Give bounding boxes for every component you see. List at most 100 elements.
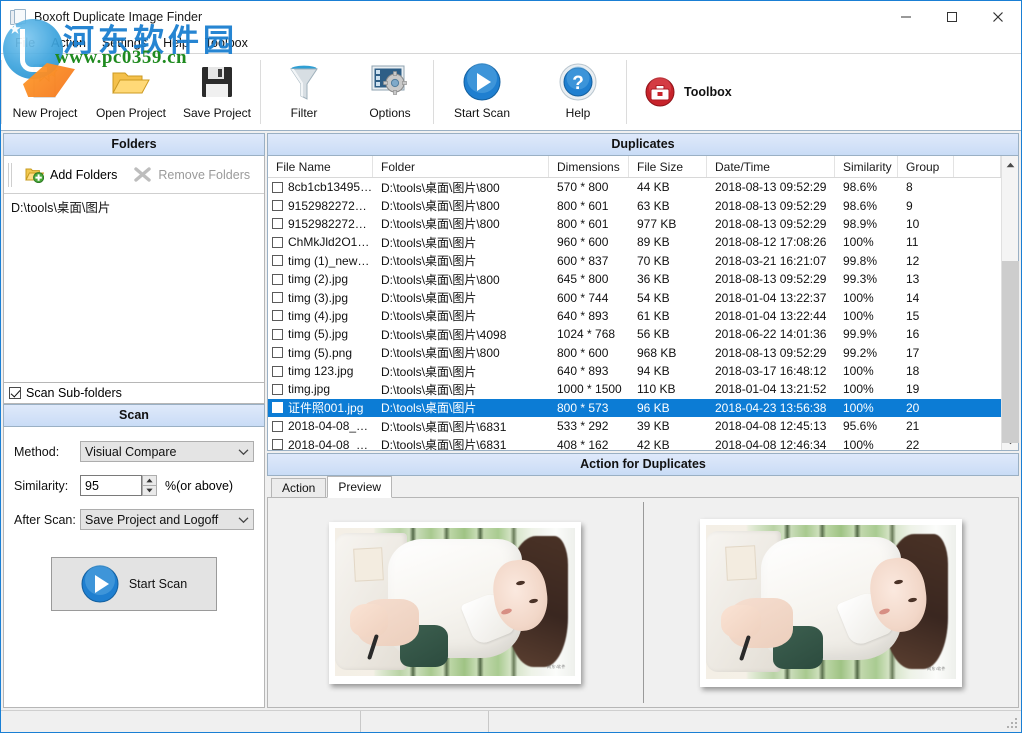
row-checkbox[interactable]	[272, 366, 283, 377]
row-checkbox[interactable]	[272, 421, 283, 432]
cell-group: 21	[898, 419, 954, 433]
table-row[interactable]: timg (5).pngD:\tools\桌面\图片\800800 * 6009…	[268, 344, 1001, 362]
row-checkbox[interactable]	[272, 402, 283, 413]
toolbar-toolbox[interactable]: Toolbox	[627, 54, 750, 130]
duplicates-grid-rows[interactable]: 8cb1cb13495…D:\tools\桌面\图片\800570 * 8004…	[268, 178, 1018, 450]
scan-subfolders-checkbox[interactable]	[9, 387, 21, 399]
menu-help[interactable]: Help	[155, 35, 197, 51]
similarity-input[interactable]: 95	[80, 475, 142, 496]
toolbar-new-project-label: New Project	[13, 106, 78, 120]
cell-sim: 100%	[835, 309, 898, 323]
action-panel: Action for Duplicates Action Preview	[267, 453, 1019, 708]
table-row[interactable]: 2018-04-08_…D:\tools\桌面\图片\6831408 * 162…	[268, 435, 1001, 450]
scrollbar-track[interactable]	[1002, 173, 1019, 433]
menu-action[interactable]: Action	[43, 35, 94, 51]
menu-toolbox[interactable]: Toolbox	[197, 35, 256, 51]
toolbar-help[interactable]: ? Help	[530, 54, 626, 130]
play-icon	[463, 61, 501, 103]
cell-folder: D:\tools\桌面\图片	[373, 307, 549, 324]
cell-dim: 533 * 292	[549, 419, 629, 433]
similarity-spin-up[interactable]	[142, 475, 157, 485]
preview-image-right[interactable]: 网东\软件	[700, 519, 962, 687]
table-row[interactable]: 8cb1cb13495…D:\tools\桌面\图片\800570 * 8004…	[268, 178, 1001, 196]
preview-right[interactable]: 网东\软件	[644, 498, 1019, 707]
toolbar-new-project[interactable]: New Project	[2, 54, 88, 130]
cell-text: timg 123.jpg	[288, 364, 353, 378]
column-header-file-name[interactable]: File Name	[268, 156, 373, 177]
scrollbar-thumb[interactable]	[1002, 261, 1019, 443]
toolbar-open-project[interactable]: Open Project	[88, 54, 174, 130]
toolbar-filter[interactable]: Filter	[261, 54, 347, 130]
tab-preview[interactable]: Preview	[327, 476, 392, 498]
table-row[interactable]: 9152982272…D:\tools\桌面\图片\800800 * 60197…	[268, 215, 1001, 233]
preview-left[interactable]: 网东\软件	[268, 498, 643, 707]
row-checkbox[interactable]	[272, 292, 283, 303]
table-row[interactable]: ChMkJld2O1…D:\tools\桌面\图片960 * 60089 KB2…	[268, 233, 1001, 251]
table-row[interactable]: timg (3).jpgD:\tools\桌面\图片600 * 74454 KB…	[268, 288, 1001, 306]
column-header-file-size[interactable]: File Size	[629, 156, 707, 177]
cell-size: 61 KB	[629, 309, 707, 323]
preview-image-left[interactable]: 网东\软件	[329, 522, 581, 684]
row-checkbox[interactable]	[272, 347, 283, 358]
column-header-dimensions[interactable]: Dimensions	[549, 156, 629, 177]
row-checkbox[interactable]	[272, 182, 283, 193]
row-checkbox[interactable]	[272, 255, 283, 266]
method-select[interactable]: Visiual Compare	[80, 441, 254, 462]
duplicates-vertical-scrollbar[interactable]	[1001, 156, 1018, 450]
cell-sim: 100%	[835, 382, 898, 396]
similarity-spin-down[interactable]	[142, 485, 157, 496]
start-scan-button[interactable]: Start Scan	[51, 557, 217, 611]
folder-list[interactable]: D:\tools\桌面\图片	[4, 194, 264, 382]
maximize-button[interactable]	[929, 1, 975, 33]
cell-file: timg (5).png	[268, 346, 373, 360]
after-scan-select[interactable]: Save Project and Logoff	[80, 509, 254, 530]
similarity-stepper[interactable]: 95	[80, 475, 157, 496]
table-row[interactable]: 9152982272…D:\tools\桌面\图片\800800 * 60163…	[268, 196, 1001, 214]
window-controls	[883, 1, 1021, 33]
table-row[interactable]: 证件照001.jpgD:\tools\桌面\图片800 * 57396 KB20…	[268, 399, 1001, 417]
row-checkbox[interactable]	[272, 200, 283, 211]
column-header-folder[interactable]: Folder	[373, 156, 549, 177]
row-checkbox[interactable]	[272, 310, 283, 321]
toolbar-options-label: Options	[369, 106, 410, 120]
folder-list-item[interactable]: D:\tools\桌面\图片	[11, 200, 257, 217]
table-row[interactable]: timg 123.jpgD:\tools\桌面\图片640 * 89394 KB…	[268, 362, 1001, 380]
row-checkbox[interactable]	[272, 439, 283, 450]
row-checkbox[interactable]	[272, 274, 283, 285]
column-header-group[interactable]: Group	[898, 156, 954, 177]
toolbar-start-scan[interactable]: Start Scan	[434, 54, 530, 130]
remove-folder-icon	[133, 166, 152, 183]
toolbar-save-project[interactable]: Save Project	[174, 54, 260, 130]
cell-date: 2018-08-13 09:52:29	[707, 217, 835, 231]
row-checkbox[interactable]	[272, 329, 283, 340]
cell-group: 9	[898, 199, 954, 213]
table-row[interactable]: timg (1)_new…D:\tools\桌面\图片600 * 83770 K…	[268, 252, 1001, 270]
remove-folders-button[interactable]: Remove Folders	[125, 163, 258, 186]
toolbar-grip[interactable]	[8, 163, 12, 187]
column-header-similarity[interactable]: Similarity	[835, 156, 898, 177]
cell-folder: D:\tools\桌面\图片	[373, 399, 549, 416]
table-row[interactable]: 2018-04-08_…D:\tools\桌面\图片\6831533 * 292…	[268, 417, 1001, 435]
menu-file[interactable]: File	[7, 35, 43, 51]
menu-settings[interactable]: Settings	[94, 35, 155, 51]
table-row[interactable]: timg (4).jpgD:\tools\桌面\图片640 * 89361 KB…	[268, 307, 1001, 325]
scroll-up-arrow-icon[interactable]	[1002, 156, 1019, 173]
row-checkbox[interactable]	[272, 237, 283, 248]
cell-size: 56 KB	[629, 327, 707, 341]
cell-size: 110 KB	[629, 382, 707, 396]
minimize-button[interactable]	[883, 1, 929, 33]
close-button[interactable]	[975, 1, 1021, 33]
resize-grip[interactable]	[1005, 718, 1019, 730]
toolbar-options[interactable]: Options	[347, 54, 433, 130]
column-header-date-time[interactable]: Date/Time	[707, 156, 835, 177]
table-row[interactable]: timg.jpgD:\tools\桌面\图片1000 * 1500110 KB2…	[268, 380, 1001, 398]
table-row[interactable]: timg (2).jpgD:\tools\桌面\图片\800645 * 8003…	[268, 270, 1001, 288]
row-checkbox[interactable]	[272, 218, 283, 229]
after-scan-row: After Scan: Save Project and Logoff	[14, 509, 254, 530]
table-row[interactable]: timg (5).jpgD:\tools\桌面\图片\40981024 * 76…	[268, 325, 1001, 343]
add-folders-button[interactable]: Add Folders	[17, 163, 125, 186]
chevron-down-icon-2	[238, 513, 249, 527]
cell-file: 9152982272…	[268, 217, 373, 231]
row-checkbox[interactable]	[272, 384, 283, 395]
tab-action[interactable]: Action	[271, 478, 326, 497]
